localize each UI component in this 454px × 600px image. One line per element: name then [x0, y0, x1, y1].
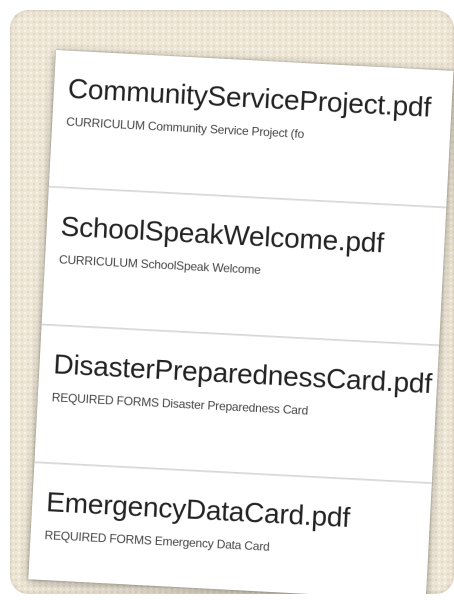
file-list-item[interactable]: SchoolSpeakWelcome.pdf CURRICULUM School…: [41, 188, 447, 347]
file-list-item[interactable]: DisasterPreparednessCard.pdf REQUIRED FO…: [34, 326, 439, 485]
file-list: CommunityServiceProject.pdf CURRICULUM C…: [28, 50, 454, 594]
photo-frame: CommunityServiceProject.pdf CURRICULUM C…: [10, 10, 454, 594]
file-list-item[interactable]: CommunityServiceProject.pdf CURRICULUM C…: [48, 50, 454, 209]
file-list-item[interactable]: EmergencyDataCard.pdf REQUIRED FORMS Eme…: [28, 463, 432, 594]
